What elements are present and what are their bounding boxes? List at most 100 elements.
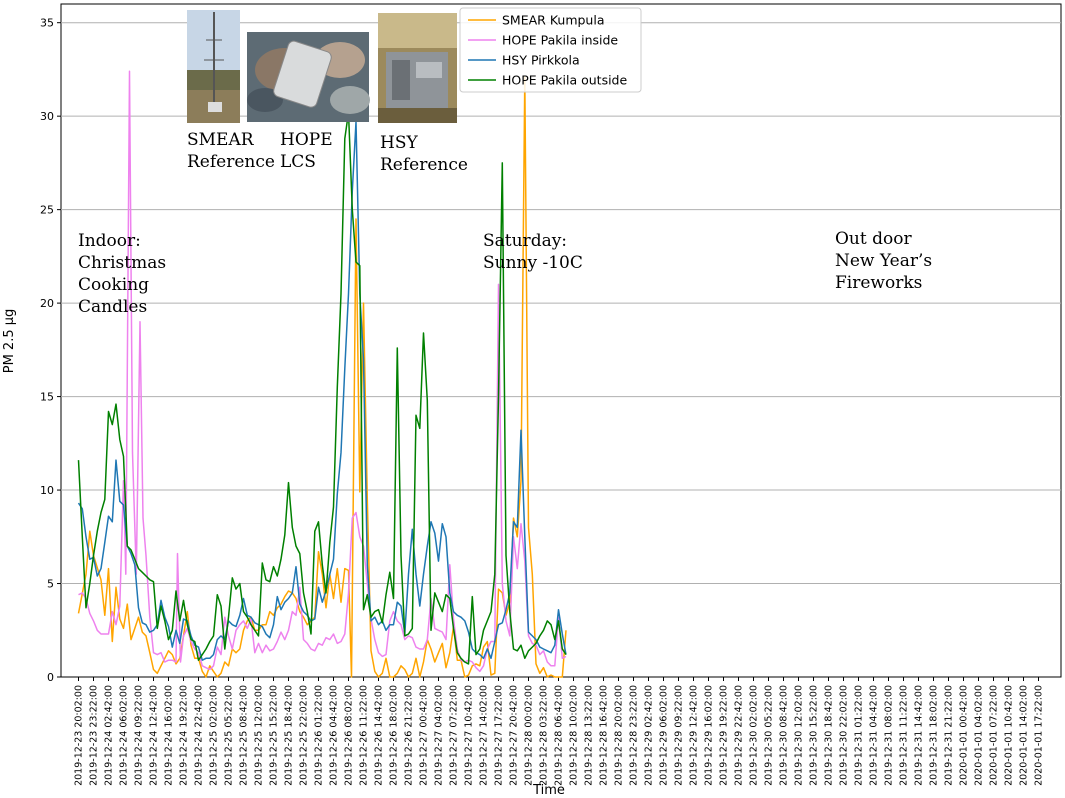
x-tick-label: 2019-12-30 02:02:00 <box>749 685 760 786</box>
x-tick-label: 2019-12-26 21:22:00 <box>404 685 415 786</box>
x-tick-label: 2019-12-28 03:22:00 <box>539 685 550 786</box>
hsy-photo <box>378 13 457 123</box>
x-tick-label: 2019-12-31 14:42:00 <box>914 685 925 786</box>
y-tick-label: 10 <box>40 484 54 497</box>
x-tick-label: 2019-12-28 23:22:00 <box>629 685 640 786</box>
x-tick-label: 2019-12-29 12:42:00 <box>689 685 700 786</box>
x-tick-label: 2019-12-28 00:02:00 <box>524 685 535 786</box>
x-tick-label: 2020-01-01 00:42:00 <box>959 685 970 786</box>
annotation-hsy-line: HSY <box>380 133 418 153</box>
x-tick-label: 2019-12-30 12:02:00 <box>794 685 805 786</box>
annotation-saturday: Saturday: Sunny -10C <box>483 231 583 273</box>
y-tick-label: 25 <box>40 204 54 217</box>
x-tick-label: 2020-01-01 10:42:00 <box>1004 685 1015 786</box>
x-tick-label: 2019-12-27 20:42:00 <box>509 685 520 786</box>
y-tick-label: 15 <box>40 391 54 404</box>
x-tick-label: 2019-12-25 08:42:00 <box>239 685 250 786</box>
x-tick-label: 2019-12-30 08:42:00 <box>779 685 790 786</box>
annotation-indoor-line: Indoor: <box>78 231 141 251</box>
legend-label: SMEAR Kumpula <box>502 13 605 28</box>
annotation-outdoor: Out door New Year’s Fireworks <box>835 229 932 293</box>
annotation-outdoor-line: Out door <box>835 229 912 249</box>
annotation-smear-line: SMEAR <box>187 130 255 150</box>
x-tick-label: 2019-12-27 07:22:00 <box>449 685 460 786</box>
x-tick-label: 2019-12-28 16:42:00 <box>599 685 610 786</box>
x-tick-label: 2020-01-01 07:22:00 <box>989 685 1000 786</box>
x-tick-label: 2019-12-26 14:42:00 <box>374 685 385 786</box>
annotation-hope: HOPE LCS <box>280 130 333 172</box>
x-axis: 2019-12-23 20:02:00 2019-12-23 23:22:00 20… <box>74 677 1045 786</box>
x-tick-label: 2019-12-26 18:02:00 <box>389 685 400 786</box>
smear-photo <box>187 10 240 123</box>
x-tick-label: 2019-12-24 22:42:00 <box>194 685 205 786</box>
x-tick-label: 2019-12-23 23:22:00 <box>89 685 100 786</box>
x-tick-label: 2019-12-29 06:02:00 <box>659 685 670 786</box>
annotation-hsy-line: Reference <box>380 155 468 175</box>
legend-label: HOPE Pakila outside <box>502 73 627 88</box>
x-tick-label: 2019-12-28 10:02:00 <box>569 685 580 786</box>
x-tick-label: 2019-12-31 01:22:00 <box>854 685 865 786</box>
y-tick-label: 30 <box>40 110 54 123</box>
annotation-indoor-line: Candles <box>78 297 147 317</box>
legend-label: HOPE Pakila inside <box>502 33 618 48</box>
x-tick-label: 2019-12-27 10:42:00 <box>464 685 475 786</box>
chart: 0 5 10 15 20 25 30 35 2019-12-23 20:02:00 2019-1… <box>0 0 1065 798</box>
y-axis-label: PM 2.5 µg <box>2 309 17 374</box>
x-tick-label: 2019-12-30 22:02:00 <box>839 685 850 786</box>
chart-svg: 0 5 10 15 20 25 30 35 2019-12-23 20:02:00 2019-1… <box>2 3 1062 798</box>
x-tick-label: 2019-12-29 09:22:00 <box>674 685 685 786</box>
x-axis-label: Time <box>532 783 565 798</box>
series-line <box>77 111 567 665</box>
x-tick-label: 2019-12-26 08:02:00 <box>344 685 355 786</box>
x-tick-label: 2019-12-29 19:22:00 <box>719 685 730 786</box>
legend-label: HSY Pirkkola <box>502 53 580 68</box>
x-tick-label: 2019-12-28 13:22:00 <box>584 685 595 786</box>
y-tick-label: 20 <box>40 297 54 310</box>
y-tick-label: 5 <box>47 578 54 591</box>
annotation-outdoor-line: New Year’s <box>835 251 932 271</box>
series-lines <box>77 70 567 678</box>
annotation-saturday-line: Saturday: <box>483 231 567 251</box>
x-tick-label: 2019-12-28 06:42:00 <box>554 685 565 786</box>
x-tick-label: 2019-12-26 01:22:00 <box>314 685 325 786</box>
x-tick-label: 2019-12-27 00:42:00 <box>419 685 430 786</box>
x-tick-label: 2019-12-27 14:02:00 <box>479 685 490 786</box>
x-tick-label: 2019-12-31 21:22:00 <box>944 685 955 786</box>
x-tick-label: 2019-12-25 12:02:00 <box>254 685 265 786</box>
x-tick-label: 2019-12-24 06:02:00 <box>119 685 130 786</box>
x-tick-label: 2019-12-25 02:02:00 <box>209 685 220 786</box>
x-tick-label: 2019-12-31 18:02:00 <box>929 685 940 786</box>
x-tick-label: 2019-12-25 05:22:00 <box>224 685 235 786</box>
legend: SMEAR Kumpula HOPE Pakila inside HSY Pirkk… <box>459 7 642 93</box>
x-tick-label: 2019-12-30 05:22:00 <box>764 685 775 786</box>
x-tick-label: 2020-01-01 04:02:00 <box>974 685 985 786</box>
x-tick-label: 2019-12-27 04:02:00 <box>434 685 445 786</box>
x-tick-label: 2019-12-29 16:02:00 <box>704 685 715 786</box>
annotation-smear-line: Reference <box>187 152 275 172</box>
x-tick-label: 2019-12-28 20:02:00 <box>614 685 625 786</box>
x-tick-label: 2020-01-01 14:02:00 <box>1019 685 1030 786</box>
x-tick-label: 2019-12-29 22:42:00 <box>734 685 745 786</box>
annotation-hsy: HSY Reference <box>380 133 468 175</box>
y-axis: 0 5 10 15 20 25 30 35 <box>40 17 61 684</box>
x-tick-label: 2019-12-29 02:42:00 <box>644 685 655 786</box>
x-tick-label: 2019-12-25 22:02:00 <box>299 685 310 786</box>
annotation-indoor: Indoor: Christmas Cooking Candles <box>78 231 166 317</box>
x-tick-label: 2019-12-24 02:42:00 <box>104 685 115 786</box>
x-tick-label: 2019-12-30 18:42:00 <box>824 685 835 786</box>
y-tick-label: 35 <box>40 17 54 30</box>
x-tick-label: 2019-12-26 11:22:00 <box>359 685 370 786</box>
annotation-smear: SMEAR Reference <box>187 130 275 172</box>
annotation-saturday-line: Sunny -10C <box>483 253 583 273</box>
annotation-hope-line: LCS <box>280 152 316 172</box>
x-tick-label: 2019-12-24 19:22:00 <box>179 685 190 786</box>
annotation-indoor-line: Cooking <box>78 275 149 295</box>
x-tick-label: 2019-12-25 18:42:00 <box>284 685 295 786</box>
x-tick-label: 2020-01-01 17:22:00 <box>1034 685 1045 786</box>
x-tick-label: 2019-12-25 15:22:00 <box>269 685 280 786</box>
annotation-outdoor-line: Fireworks <box>835 273 922 293</box>
y-tick-label: 0 <box>47 671 54 684</box>
x-tick-label: 2019-12-26 04:42:00 <box>329 685 340 786</box>
x-tick-label: 2019-12-30 15:22:00 <box>809 685 820 786</box>
x-tick-label: 2019-12-31 11:22:00 <box>899 685 910 786</box>
